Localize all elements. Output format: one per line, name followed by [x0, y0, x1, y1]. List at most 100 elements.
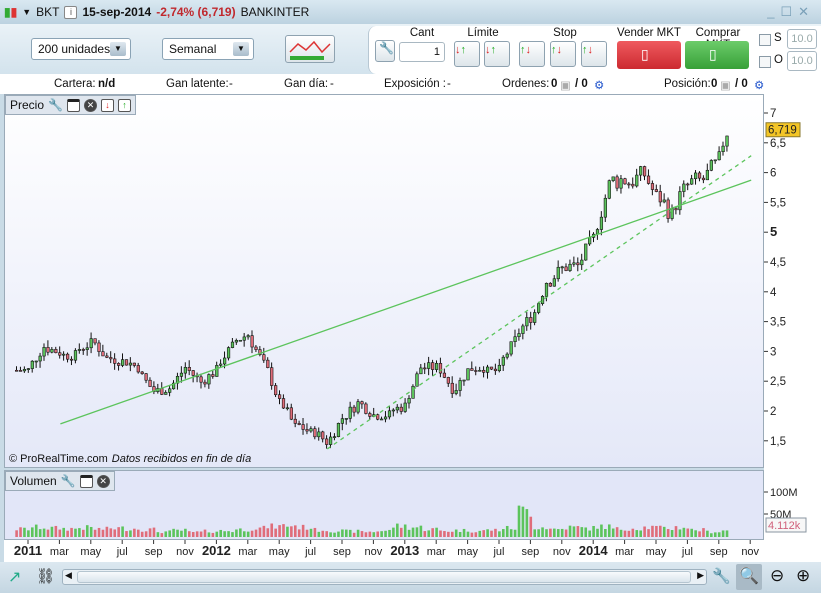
units-select[interactable]: 200 unidades ▼ — [31, 38, 131, 60]
indicators-button[interactable] — [285, 35, 335, 63]
volume-bar — [352, 532, 356, 537]
volume-bar — [706, 530, 709, 537]
quantity-input[interactable]: 1 — [399, 42, 445, 62]
time-axis[interactable]: 2011 mar may jul sep nov 2012 mar may jul sep nov 20… — [4, 540, 821, 562]
volume-chart-pane[interactable]: Volumen 🔧 ✕ — [4, 470, 764, 540]
volume-bar — [231, 532, 234, 537]
stop-order-button-3[interactable]: ↑↓ — [581, 41, 607, 67]
position-cancel-icon[interactable]: ▣ — [720, 78, 731, 92]
volume-bar — [101, 529, 105, 537]
volume-bar — [199, 531, 203, 537]
o-checkbox[interactable] — [759, 56, 771, 68]
price-axis[interactable]: 1,5 2 2,5 3 3,5 4 4,5 5 5,5 6 6,5 7 6,719 50M 100M 4.11… — [764, 94, 821, 544]
volume-chart — [15, 505, 729, 537]
zoom-in-icon[interactable]: ⊕ — [796, 566, 810, 586]
scrollbar-thumb[interactable] — [77, 571, 691, 583]
minimize-icon[interactable]: _ — [767, 4, 780, 19]
orders-cancel-icon[interactable]: ▣ — [560, 78, 571, 92]
candle — [568, 263, 572, 271]
auto-zoom-icon[interactable]: 🔍 — [736, 564, 762, 590]
gan-dia-label: Gan día: — [284, 78, 329, 90]
orders-gear-icon[interactable]: ⚙ — [594, 78, 604, 92]
stop-order-button-2[interactable]: ↑↓ — [550, 41, 576, 67]
volume-bar — [427, 530, 431, 537]
position-gear-icon[interactable]: ⚙ — [754, 78, 764, 92]
candle — [470, 368, 474, 371]
volume-bar — [333, 532, 336, 537]
sell-market-button[interactable]: ▯ — [617, 41, 681, 69]
candle — [297, 423, 301, 425]
link-candle-icon[interactable]: ⛓ — [36, 567, 55, 585]
limit-order-button-1[interactable]: ↓↑ — [454, 41, 480, 67]
scroll-right-icon[interactable]: ▶ — [697, 570, 704, 581]
wrench-button[interactable]: 🔧 — [375, 40, 395, 62]
window-icon[interactable] — [66, 98, 80, 112]
x-tick-label: may — [269, 546, 290, 558]
wrench-icon[interactable]: 🔧 — [48, 98, 63, 112]
candlestick-icon[interactable]: ▮▮ — [4, 5, 17, 19]
close-icon[interactable]: ✕ — [83, 98, 97, 112]
volume-bar — [211, 532, 215, 537]
candle — [250, 335, 254, 348]
x-tick-label: 2012 — [202, 543, 231, 558]
candle — [226, 347, 231, 359]
chart-settings-icon[interactable]: 🔧 — [712, 567, 731, 585]
maximize-icon[interactable]: ☐ — [780, 4, 798, 19]
stop-order-button-1[interactable]: ↑↓ — [519, 41, 545, 67]
volume-bar — [23, 527, 26, 537]
volume-bar — [34, 524, 38, 537]
volume-bar — [486, 529, 489, 537]
volume-bar — [19, 527, 22, 537]
o-value-input[interactable]: 10.0 — [787, 51, 817, 71]
volume-bar — [533, 529, 536, 537]
volume-bar — [290, 526, 293, 537]
wrench-icon[interactable]: 🔧 — [61, 474, 76, 488]
s-checkbox[interactable] — [759, 34, 771, 46]
scroll-left-icon[interactable]: ◀ — [65, 570, 72, 581]
zoom-out-icon[interactable]: ⊖ — [770, 566, 784, 586]
arrow-up-icon[interactable]: ↑ — [117, 98, 131, 112]
candle — [321, 431, 325, 440]
limit-order-button-2[interactable]: ↓↑ — [484, 41, 510, 67]
buy-market-button[interactable]: ▯ — [685, 41, 749, 69]
candle — [270, 367, 274, 386]
price-chart-pane[interactable]: Precio 🔧 ✕ ↓ ↑ © ProRealTime.com Datos re… — [4, 94, 764, 468]
window-icon[interactable] — [79, 474, 93, 488]
candle — [128, 362, 133, 366]
candle — [576, 262, 580, 266]
volume-bar — [97, 527, 101, 537]
volume-bar — [203, 529, 207, 537]
close-icon[interactable]: ✕ — [96, 474, 110, 488]
info-icon[interactable]: i — [64, 5, 78, 19]
s-value-input[interactable]: 10.0 — [787, 29, 817, 49]
candle — [497, 364, 501, 372]
close-icon[interactable]: ✕ — [798, 4, 815, 19]
candle — [713, 159, 717, 162]
volume-bar — [219, 529, 222, 537]
candle — [254, 346, 258, 350]
x-tick-label: nov — [553, 546, 571, 558]
gan-dia-value: - — [330, 78, 334, 90]
candle — [654, 189, 658, 192]
volume-bar — [513, 529, 517, 537]
volume-bar — [490, 530, 493, 537]
candle — [658, 191, 662, 203]
ticker[interactable]: BKT — [36, 5, 59, 19]
candle — [431, 362, 435, 370]
candle — [313, 428, 317, 438]
volume-bar — [215, 531, 219, 537]
horizontal-scrollbar[interactable]: ◀ ▶ — [62, 569, 707, 585]
ticker-dropdown-icon[interactable]: ▼ — [22, 7, 31, 17]
volume-bar — [293, 525, 297, 537]
arrow-down-icon[interactable]: ↓ — [100, 98, 114, 112]
chart-type-icon[interactable]: ↗ — [8, 567, 21, 587]
candle — [191, 370, 195, 376]
candle — [529, 317, 533, 323]
candle — [537, 303, 541, 313]
volume-bar — [666, 529, 670, 537]
x-tick-label: jul — [304, 546, 316, 558]
volume-bar — [282, 524, 285, 537]
y-tick-label: 2 — [770, 406, 776, 418]
period-select[interactable]: Semanal ▼ — [162, 38, 254, 60]
volume-bar — [415, 527, 419, 537]
